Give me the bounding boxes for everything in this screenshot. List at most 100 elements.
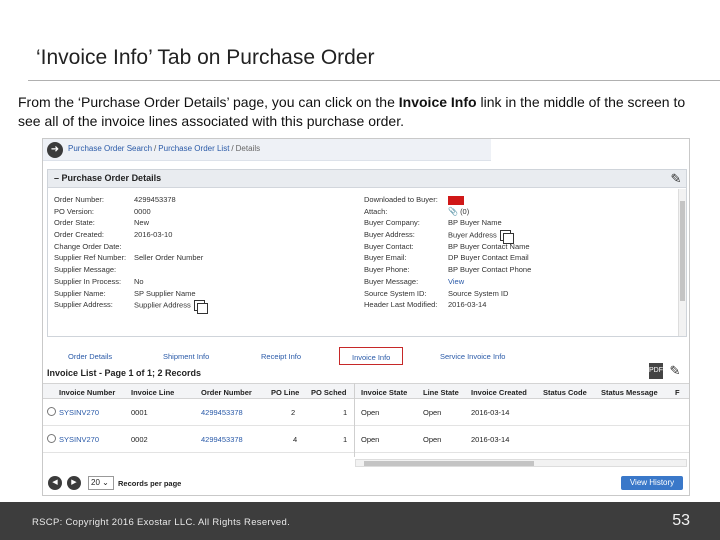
details-right-fields: Downloaded to Buyer: Attach: 📎 (0) Buyer …	[364, 195, 674, 312]
table-cell: 2	[291, 408, 296, 417]
field-label: Supplier In Process:	[54, 276, 122, 286]
table-cell: 1	[343, 408, 348, 417]
field-label: Supplier Address:	[54, 300, 113, 310]
address-popup-icon[interactable]	[193, 300, 208, 315]
field-value: (0)	[460, 206, 470, 216]
next-page-icon[interactable]: ▶	[67, 476, 81, 490]
previous-page-icon[interactable]: ◀	[48, 476, 62, 490]
field-label: Supplier Name:	[54, 288, 106, 298]
field-row: Supplier Message:	[54, 265, 354, 277]
row-select-radio[interactable]	[47, 407, 56, 416]
column-header[interactable]: Invoice Created	[471, 388, 527, 397]
details-left-fields: Order Number: 4299453378 PO Version: 0000 …	[54, 195, 354, 315]
tab-receipt-info[interactable]: Receipt Info	[261, 352, 301, 361]
column-header[interactable]: Invoice State	[361, 388, 407, 397]
address-popup-icon[interactable]	[499, 230, 514, 245]
table-cell: 2016-03-14	[471, 408, 510, 417]
field-label: Source System ID:	[364, 288, 427, 298]
order-number-link[interactable]: 4299453378	[201, 408, 243, 417]
column-header[interactable]: Status Code	[543, 388, 587, 397]
field-row: Buyer Address: Buyer Address	[364, 230, 674, 245]
table-row[interactable]: SYSINV270 0001 4299453378 2 1 Open Open …	[43, 400, 689, 426]
column-header[interactable]: Invoice Number	[59, 388, 115, 397]
paperclip-icon[interactable]: 📎	[448, 207, 458, 216]
column-header[interactable]: PO Sched	[311, 388, 346, 397]
field-value: New	[134, 218, 150, 228]
field-value: BP Buyer Name	[448, 218, 502, 228]
page-size-select[interactable]: 20 ⌄	[88, 476, 114, 490]
column-header[interactable]: Line State	[423, 388, 459, 397]
invoice-number-link[interactable]: SYSINV270	[59, 435, 99, 444]
field-label: PO Version:	[54, 206, 95, 216]
table-horizontal-scrollbar[interactable]	[355, 459, 687, 467]
export-pdf-icon[interactable]: PDF	[649, 363, 663, 379]
field-row: Buyer Contact: BP Buyer Contact Name	[364, 242, 674, 254]
field-label: Downloaded to Buyer:	[364, 195, 438, 204]
po-screenshot: ➜ Purchase Order Search / Purchase Order L…	[42, 138, 690, 496]
field-row: Downloaded to Buyer:	[364, 195, 674, 207]
column-header[interactable]: Status Message	[601, 388, 658, 397]
table-cell: 2016-03-14	[471, 435, 510, 444]
slide-title: ‘Invoice Info’ Tab on Purchase Order	[36, 46, 375, 69]
field-value: 0000	[134, 206, 151, 216]
breadcrumb-po-search[interactable]: Purchase Order Search	[68, 144, 152, 153]
field-label: Buyer Address:	[364, 230, 415, 240]
row-select-radio[interactable]	[47, 434, 56, 443]
po-details-panel: – Purchase Order Details ✎ Order Number:…	[47, 169, 687, 337]
breadcrumb-separator: /	[231, 144, 234, 153]
tab-order-details[interactable]: Order Details	[68, 352, 112, 361]
field-label: Change Order Date:	[54, 241, 122, 251]
chevron-down-icon: ⌄	[102, 478, 109, 487]
field-value: No	[134, 276, 144, 286]
field-label: Supplier Message:	[54, 265, 117, 275]
column-header[interactable]: PO Line	[271, 388, 299, 397]
field-label: Buyer Email:	[364, 253, 407, 263]
back-arrow-icon[interactable]: ➜	[47, 142, 63, 158]
scrollbar-thumb[interactable]	[364, 461, 534, 466]
edit-icon[interactable]: ✎	[668, 171, 684, 187]
table-cell: 0002	[131, 435, 148, 444]
scrollbar-thumb[interactable]	[680, 201, 685, 301]
field-row: Supplier Address: Supplier Address	[54, 300, 354, 315]
frozen-column-divider	[354, 383, 355, 457]
edit-icon[interactable]: ✎	[667, 363, 683, 379]
field-row: Supplier Name: SP Supplier Name	[54, 289, 354, 301]
breadcrumb-bar: ➜ Purchase Order Search / Purchase Order L…	[43, 139, 491, 161]
breadcrumb-po-list[interactable]: Purchase Order List	[158, 144, 229, 153]
records-per-page-label: Records per page	[118, 479, 182, 488]
invoice-number-link[interactable]: SYSINV270	[59, 408, 99, 417]
field-value: BP Buyer Contact Phone	[448, 265, 532, 275]
table-cell: 0001	[131, 408, 148, 417]
field-row: Order Number: 4299453378	[54, 195, 354, 207]
field-label: Buyer Company:	[364, 218, 420, 228]
field-row: Attach: 📎 (0)	[364, 207, 674, 219]
field-row: Buyer Phone: BP Buyer Contact Phone	[364, 265, 674, 277]
field-row: PO Version: 0000	[54, 207, 354, 219]
buyer-message-view-link[interactable]: View	[448, 277, 464, 286]
field-value: 4299453378	[134, 195, 176, 204]
order-number-link[interactable]: 4299453378	[201, 435, 243, 444]
po-tabs: Order Details Shipment Info Receipt Info…	[43, 347, 689, 365]
invoice-list-header: Invoice List - Page 1 of 1; 2 Records PD…	[47, 363, 687, 381]
tab-service-invoice-info[interactable]: Service Invoice Info	[440, 352, 505, 361]
slide-footer: RSCP: Copyright 2016 Exostar LLC. All Ri…	[0, 502, 720, 540]
table-cell: 1	[343, 435, 348, 444]
table-row[interactable]: SYSINV270 0002 4299453378 4 1 Open Open …	[43, 427, 689, 453]
tab-shipment-info[interactable]: Shipment Info	[163, 352, 209, 361]
field-label: Attach:	[364, 206, 388, 216]
column-header[interactable]: Invoice Line	[131, 388, 174, 397]
details-scrollbar[interactable]	[678, 189, 686, 336]
field-value: DP Buyer Contact Email	[448, 253, 529, 263]
intro-text-pre: From the ‘Purchase Order Details’ page, …	[18, 94, 399, 110]
invoice-list-title: Invoice List - Page 1 of 1; 2 Records	[47, 368, 202, 378]
view-history-button[interactable]: View History	[621, 476, 683, 490]
page-size-value: 20	[91, 478, 100, 487]
field-row: Source System ID: Source System ID	[364, 289, 674, 301]
column-header[interactable]: F	[675, 388, 680, 397]
field-value: 2016-03-14	[448, 300, 487, 310]
tab-invoice-info[interactable]: Invoice Info	[339, 347, 404, 365]
column-header[interactable]: Order Number	[201, 388, 252, 397]
table-cell: Open	[361, 408, 380, 417]
collapse-icon[interactable]: –	[54, 173, 59, 183]
field-row: Order State: New	[54, 218, 354, 230]
